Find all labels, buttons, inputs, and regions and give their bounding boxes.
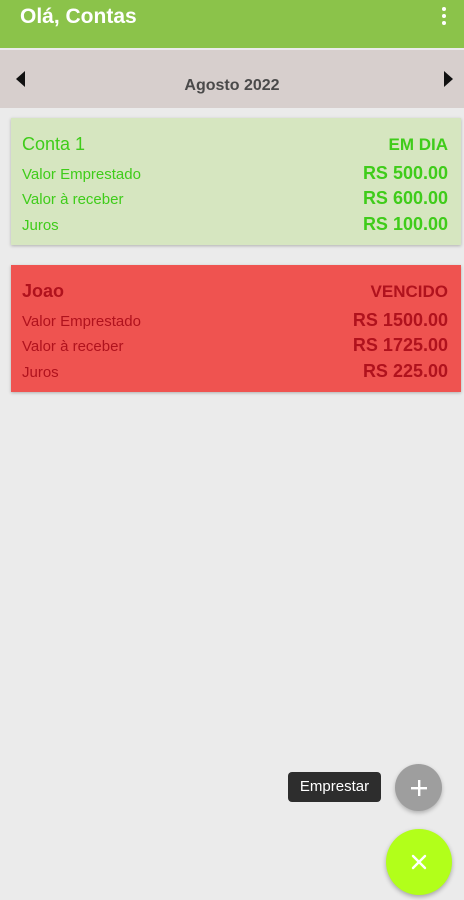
fab-toggle-button[interactable] (386, 829, 452, 895)
fab-tooltip[interactable]: Emprestar (288, 772, 381, 802)
arrow-right-icon[interactable] (438, 67, 458, 91)
month-navigator: Agosto 2022 (0, 50, 464, 108)
app-title: Olá, Contas (20, 5, 137, 28)
loan-label: Valor Emprestado (22, 313, 141, 330)
loan-label: Valor Emprestado (22, 166, 141, 183)
loan-value: RS 1500.00 (352, 310, 448, 330)
plus-icon (410, 779, 427, 796)
receivable-value: RS 1725.00 (352, 335, 448, 355)
account-card[interactable]: Joao VENCIDO Valor Emprestado RS 1500.00… (11, 265, 461, 392)
interest-value: RS 100.00 (362, 214, 448, 234)
status-badge: EM DIA (388, 135, 449, 154)
lend-button[interactable] (395, 764, 442, 811)
receivable-value: RS 600.00 (362, 188, 448, 208)
interest-value: RS 225.00 (362, 361, 448, 381)
app-bar: Olá, Contas (0, 0, 464, 48)
status-badge: VENCIDO (370, 282, 448, 301)
loan-value: RS 500.00 (362, 163, 448, 183)
account-name: Conta 1 (22, 134, 86, 154)
receivable-label: Valor à receber (22, 191, 124, 208)
interest-label: Juros (22, 364, 59, 381)
close-icon (411, 854, 427, 870)
account-card[interactable]: Conta 1 EM DIA Valor Emprestado RS 500.0… (11, 118, 461, 245)
account-name: Joao (22, 281, 65, 301)
more-vert-icon[interactable] (436, 4, 452, 28)
month-label: Agosto 2022 (184, 77, 280, 94)
interest-label: Juros (22, 217, 59, 234)
receivable-label: Valor à receber (22, 338, 124, 355)
